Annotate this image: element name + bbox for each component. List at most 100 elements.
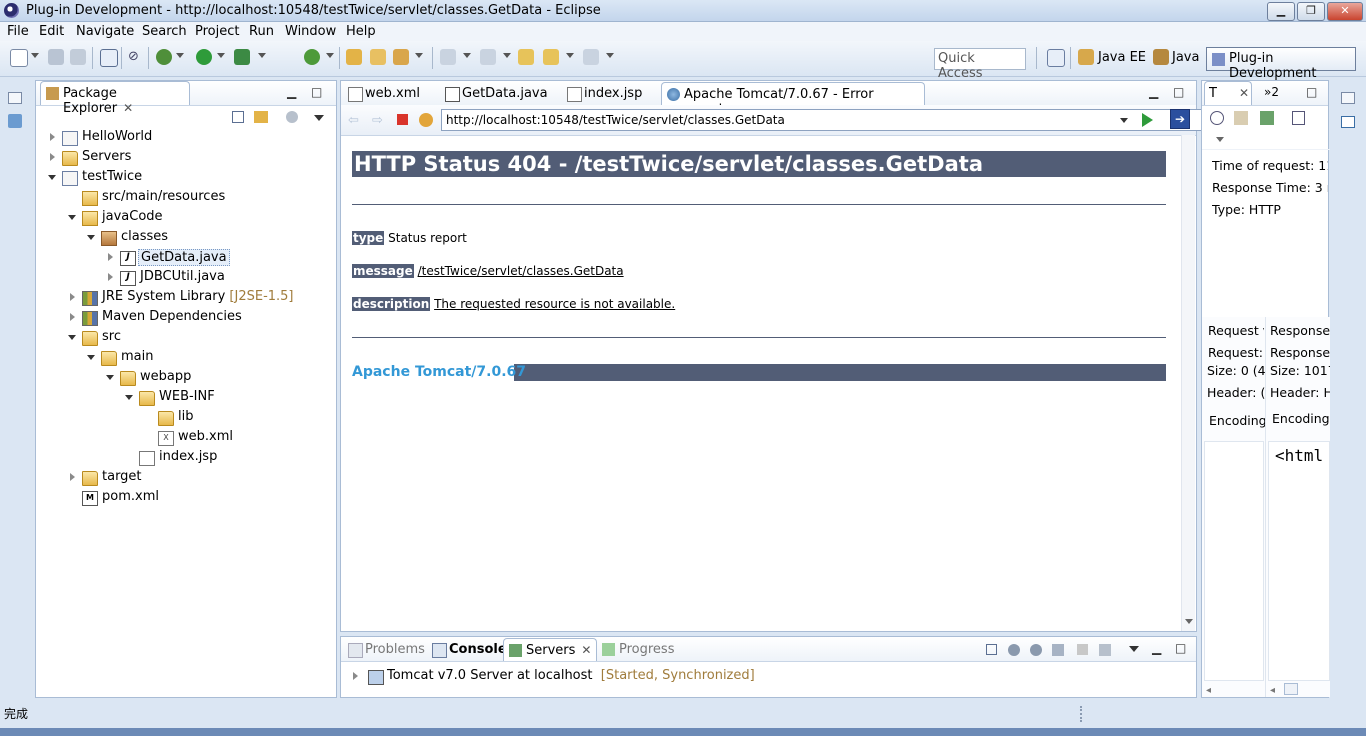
- restore-view-icon[interactable]: [8, 92, 22, 104]
- maximize-view-icon[interactable]: □: [1175, 641, 1186, 655]
- history-icon[interactable]: [1210, 111, 1224, 125]
- go-icon[interactable]: [1142, 113, 1153, 127]
- profile-server-icon[interactable]: [1052, 644, 1064, 656]
- package-explorer-trim-icon[interactable]: [8, 114, 22, 128]
- tab-console[interactable]: Console: [427, 638, 507, 661]
- minimize-editor-icon[interactable]: ▁: [1149, 85, 1158, 99]
- start-server-icon[interactable]: [1030, 644, 1042, 656]
- link-with-editor-icon[interactable]: [254, 111, 268, 123]
- open-type-icon[interactable]: [346, 49, 362, 65]
- forward-arrow-icon[interactable]: ⇨: [372, 113, 383, 128]
- minimize-view-icon[interactable]: ▁: [1152, 641, 1161, 655]
- save-icon[interactable]: [48, 49, 64, 65]
- run-dropdown-icon[interactable]: [217, 53, 225, 58]
- response-content[interactable]: <html: [1268, 441, 1330, 681]
- tab-package-explorer[interactable]: Package Explorer ✕: [40, 81, 190, 116]
- perspective-java-ee[interactable]: Java EE: [1098, 50, 1146, 65]
- vertical-scrollbar[interactable]: [1181, 135, 1195, 631]
- stop-server-icon[interactable]: [1077, 644, 1088, 655]
- scroll-left-icon[interactable]: ◂: [1270, 685, 1275, 696]
- clear-icon[interactable]: [1234, 111, 1248, 125]
- save-all-icon[interactable]: [70, 49, 86, 65]
- last-edit-icon[interactable]: [518, 49, 534, 65]
- open-monitor-icon[interactable]: [1260, 111, 1274, 125]
- close-button[interactable]: ✕: [1327, 2, 1363, 21]
- filter-icon[interactable]: [286, 111, 298, 123]
- next-annotation-icon[interactable]: [440, 49, 456, 65]
- view-menu-icon[interactable]: [1216, 137, 1224, 142]
- scroll-left-icon[interactable]: ◂: [1206, 685, 1211, 696]
- tab-t[interactable]: T ✕: [1204, 81, 1252, 105]
- url-input[interactable]: http://localhost:10548/testTwice/servlet…: [441, 109, 1231, 131]
- prev-annotation-dropdown-icon[interactable]: [503, 53, 511, 58]
- browser-toolbar: ⇦ ⇨ http://localhost:10548/testTwice/ser…: [341, 105, 1231, 136]
- external-tools-dropdown-icon[interactable]: [258, 53, 266, 58]
- collapse-all-icon[interactable]: [232, 111, 244, 123]
- tab-servers[interactable]: Servers ✕: [503, 638, 597, 661]
- back-icon[interactable]: [543, 49, 559, 65]
- maximize-editor-icon[interactable]: □: [1173, 85, 1184, 99]
- menu-help[interactable]: Help: [346, 24, 376, 39]
- maximize-view-icon[interactable]: □: [311, 85, 322, 99]
- tab-overflow[interactable]: »2: [1264, 85, 1279, 99]
- view-menu-icon[interactable]: [1129, 646, 1139, 652]
- perspective-plugin-development[interactable]: Plug-in Development: [1206, 47, 1356, 81]
- minimize-view-icon[interactable]: ▁: [287, 85, 296, 99]
- search-tool-icon[interactable]: [393, 49, 409, 65]
- quick-access-input[interactable]: Quick Access: [934, 48, 1026, 81]
- collapse-icon[interactable]: [986, 644, 997, 655]
- open-folder-icon[interactable]: [370, 49, 386, 65]
- tab-getdata-java[interactable]: GetData.java: [440, 82, 552, 105]
- close-icon[interactable]: ✕: [123, 101, 133, 115]
- menu-window[interactable]: Window: [285, 24, 336, 39]
- close-icon[interactable]: ✕: [581, 643, 591, 657]
- menu-search[interactable]: Search: [142, 24, 187, 39]
- stop-icon[interactable]: [397, 114, 408, 125]
- maximize-view-icon[interactable]: □: [1306, 85, 1317, 99]
- menu-project[interactable]: Project: [195, 24, 239, 39]
- next-annotation-dropdown-icon[interactable]: [463, 53, 471, 58]
- tab-problems[interactable]: Problems: [343, 638, 428, 661]
- refresh-icon[interactable]: [304, 49, 320, 65]
- new-icon[interactable]: [10, 49, 28, 67]
- back-dropdown-icon[interactable]: [566, 53, 574, 58]
- minimized-view-icon[interactable]: [1341, 116, 1355, 128]
- open-perspective-icon[interactable]: [1047, 49, 1065, 67]
- debug-server-icon[interactable]: [1008, 644, 1020, 656]
- refresh-page-icon[interactable]: [419, 113, 433, 127]
- debug-icon[interactable]: [156, 49, 172, 65]
- menu-edit[interactable]: Edit: [39, 24, 64, 39]
- prev-annotation-icon[interactable]: [480, 49, 496, 65]
- forward-dropdown-icon[interactable]: [606, 53, 614, 58]
- run-icon[interactable]: [196, 49, 212, 65]
- perspective-java[interactable]: Java: [1172, 50, 1199, 65]
- debug-dropdown-icon[interactable]: [176, 53, 184, 58]
- close-icon[interactable]: ✕: [1239, 86, 1249, 100]
- menu-navigate[interactable]: Navigate: [76, 24, 134, 39]
- menu-file[interactable]: File: [7, 24, 29, 39]
- refresh-dropdown-icon[interactable]: [326, 53, 334, 58]
- horizontal-scroll-thumb[interactable]: [1284, 683, 1298, 695]
- view-menu-icon[interactable]: [314, 115, 324, 121]
- tab-progress[interactable]: Progress: [597, 638, 681, 661]
- tab-index-jsp[interactable]: index.jsp: [562, 82, 662, 105]
- tab-web-xml[interactable]: web.xml: [343, 82, 433, 105]
- tab-tomcat-error-report[interactable]: Apache Tomcat/7.0.67 - Error report✕: [661, 82, 925, 117]
- back-arrow-icon[interactable]: ⇦: [348, 113, 359, 128]
- minimize-button[interactable]: ▁: [1267, 2, 1295, 21]
- scroll-down-icon[interactable]: [1185, 619, 1193, 624]
- url-dropdown-icon[interactable]: [1120, 118, 1128, 123]
- publish-icon[interactable]: [1099, 644, 1111, 656]
- skip-breakpoints-icon[interactable]: ⊘: [128, 49, 144, 65]
- search-dropdown-icon[interactable]: [415, 53, 423, 58]
- new-dropdown-icon[interactable]: [31, 53, 39, 58]
- console-icon[interactable]: [100, 49, 118, 67]
- run-external-tools-icon[interactable]: [234, 49, 250, 65]
- request-content[interactable]: [1204, 441, 1264, 681]
- restore-view-icon[interactable]: [1341, 92, 1355, 104]
- properties-icon[interactable]: [1292, 111, 1305, 125]
- restore-button[interactable]: ❐: [1297, 2, 1325, 21]
- menu-run[interactable]: Run: [249, 24, 274, 39]
- forward-icon[interactable]: [583, 49, 599, 65]
- open-external-browser-icon[interactable]: ➔: [1170, 109, 1190, 129]
